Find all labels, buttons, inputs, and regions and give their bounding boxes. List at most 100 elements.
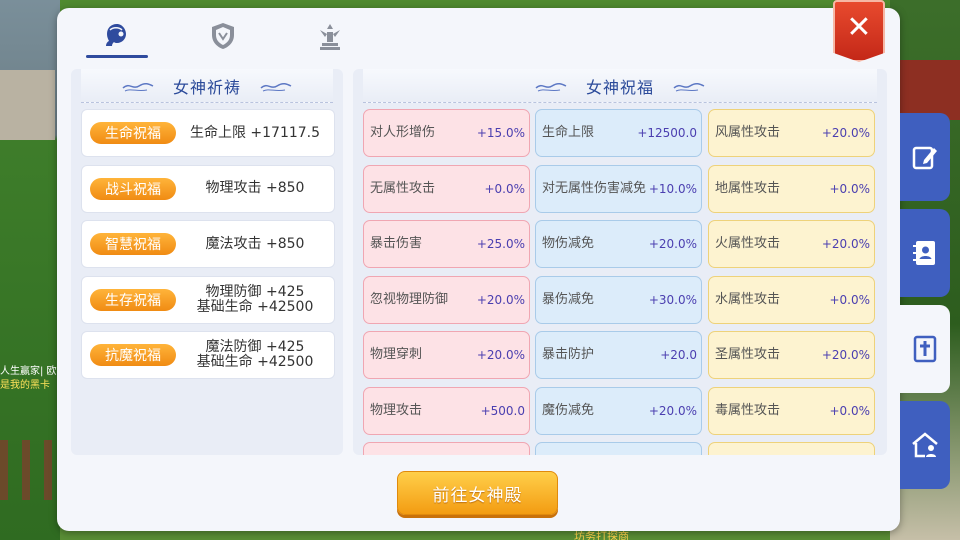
- stat-cell: 无属性攻击 +0.0%: [363, 164, 530, 213]
- stat-cell: 火属性攻击 +20.0%: [708, 220, 875, 268]
- stat-name: 火属性攻击: [715, 236, 781, 251]
- wave-ornament-icon: [122, 82, 154, 91]
- stat-value: +0.0%: [829, 403, 870, 418]
- prayer-value: 魔法攻击 +850: [205, 235, 305, 252]
- stat-name: 圣属性攻击: [715, 347, 781, 362]
- prayer-tag: 战斗祝福: [90, 177, 176, 200]
- stat-name: 对人形增伤: [370, 125, 436, 140]
- go-to-goddess-temple-button[interactable]: 前往女神殿: [397, 471, 558, 515]
- wave-ornament-icon: [535, 82, 567, 91]
- tab-goddess[interactable]: [86, 16, 148, 58]
- stat-name: 风属性攻击: [715, 125, 781, 140]
- stat-name: 无属性攻击: [370, 180, 436, 196]
- section-header: 女神祝福: [363, 69, 877, 103]
- section-title: 女神祈祷: [172, 77, 241, 97]
- prayer-value: 物理防御 +425 基础生命 +42500: [196, 283, 314, 315]
- stat-value: +25.0%: [476, 237, 525, 251]
- stat-value: +20.0%: [476, 348, 525, 362]
- stat-cell: 水属性攻击 +0.0%: [708, 275, 875, 324]
- stat-value: +0.0%: [829, 181, 870, 196]
- stat-name: 水属性攻击: [715, 291, 781, 307]
- house-roof: [900, 60, 960, 120]
- stat-cell: 物理穿刺 +20.0%: [363, 331, 530, 379]
- wave-ornament-icon: [260, 82, 292, 91]
- stat-value: +0.0%: [829, 292, 870, 307]
- chat-line: 人生赢家| 欧: [0, 366, 57, 377]
- stat-value: +0.0%: [484, 181, 525, 196]
- wooden-fence: [0, 440, 60, 500]
- prayer-value: 生命上限 +17117.5: [189, 124, 321, 141]
- stat-name: 暴伤减免: [542, 291, 595, 307]
- blessing-stat-grid[interactable]: 对人形增伤 +15.0% 无属性攻击 +0.0% 暴击伤害 +25.0% 忽视物理防御 +20…: [363, 109, 877, 455]
- goddess-prayer-section: 女神祈祷 生命祝福 生命上限 +17117.5 战斗祝福 物理攻击 +850 智慧祝福 魔…: [71, 69, 343, 455]
- tab-guardian[interactable]: [192, 16, 254, 56]
- stat-cell: 毒属性攻击 +0.0%: [708, 386, 875, 435]
- stat-cell: 生命上限 +12500.0: [535, 109, 702, 157]
- stat-value: +20.0%: [476, 292, 525, 307]
- prayer-tag: 智慧祝福: [90, 233, 176, 255]
- chat-overlay: 人生赢家| 欧 是我的黑卡: [0, 365, 60, 393]
- stat-name: 生命上限: [542, 125, 595, 140]
- contacts-book-icon: [913, 241, 935, 265]
- stat-column-blue: 生命上限 +12500.0 对无属性伤害减免 +10.0% 物伤减免 +20.0% 暴伤减免…: [535, 109, 702, 455]
- stat-name: 对无属性伤害减免: [542, 180, 647, 196]
- prayer-row: 战斗祝福 物理攻击 +850: [81, 164, 335, 213]
- prayer-row: 智慧祝福 魔法攻击 +850: [81, 220, 335, 268]
- edit-icon: [912, 146, 937, 170]
- stat-name: 物伤减免: [542, 236, 595, 251]
- stat-cell: 对无属性伤害减免 +10.0%: [535, 164, 702, 213]
- stat-value: +12500.0: [637, 126, 697, 140]
- home-user-icon: [912, 432, 938, 458]
- stat-cell: 物理攻击 +500.0: [363, 386, 530, 435]
- stat-cell: [535, 442, 702, 455]
- prayer-tag: 抗魔祝福: [90, 344, 176, 366]
- stat-cell: 风属性攻击 +20.0%: [708, 109, 875, 157]
- prayer-value: 物理攻击 +850: [205, 180, 305, 196]
- section-header: 女神祈祷: [81, 69, 333, 103]
- cross-book-icon: [913, 335, 937, 363]
- stat-cell: 物伤减免 +20.0%: [535, 220, 702, 268]
- stat-value: +10.0%: [648, 181, 697, 196]
- stat-name: 忽视物理防御: [370, 291, 449, 307]
- shield-icon: [212, 23, 234, 49]
- stat-value: +20.0%: [821, 348, 870, 362]
- stat-cell: 暴击防护 +20.0: [535, 331, 702, 379]
- stat-cell: 地属性攻击 +0.0%: [708, 164, 875, 213]
- stat-column-pink: 对人形增伤 +15.0% 无属性攻击 +0.0% 暴击伤害 +25.0% 忽视物理防御 +20…: [363, 109, 530, 455]
- stat-cell: [363, 442, 530, 455]
- prayer-tag: 生命祝福: [90, 122, 176, 144]
- stat-value: +15.0%: [476, 126, 525, 140]
- angel-statue-icon: [320, 24, 340, 50]
- stat-cell: 魔伤减免 +20.0%: [535, 386, 702, 435]
- stat-value: +20.0%: [821, 126, 870, 140]
- side-tab-home[interactable]: [900, 401, 950, 489]
- tab-statue[interactable]: [299, 16, 361, 56]
- panel-tabs: [70, 16, 370, 60]
- prayer-row: 生命祝福 生命上限 +17117.5: [81, 109, 335, 157]
- stat-column-yellow: 风属性攻击 +20.0% 地属性攻击 +0.0% 火属性攻击 +20.0% 水属性攻击 +0.…: [708, 109, 875, 455]
- chat-line: 是我的黑卡: [0, 380, 50, 391]
- stat-cell: 圣属性攻击 +20.0%: [708, 331, 875, 379]
- prayer-row: 抗魔祝福 魔法防御 +425 基础生命 +42500: [81, 331, 335, 379]
- side-tab-goddess[interactable]: [900, 305, 950, 393]
- stone-wall: [0, 70, 55, 140]
- stat-name: 物理穿刺: [370, 347, 423, 362]
- close-icon: ✕: [846, 10, 872, 45]
- close-button[interactable]: ✕: [833, 0, 885, 62]
- stat-value: +20.0%: [648, 403, 697, 418]
- stat-name: 地属性攻击: [715, 180, 781, 196]
- goddess-blessing-section: 女神祝福 对人形增伤 +15.0% 无属性攻击 +0.0% 暴击伤害 +25.0% 忽视物理…: [353, 69, 887, 455]
- stat-cell: 对人形增伤 +15.0%: [363, 109, 530, 157]
- stat-value: +20.0: [660, 348, 697, 362]
- prayer-list: 生命祝福 生命上限 +17117.5 战斗祝福 物理攻击 +850 智慧祝福 魔法攻击 +…: [81, 109, 335, 387]
- prayer-row: 生存祝福 物理防御 +425 基础生命 +42500: [81, 275, 335, 324]
- section-title: 女神祝福: [585, 77, 654, 97]
- side-tab-contacts[interactable]: [900, 209, 950, 297]
- stat-value: +30.0%: [648, 292, 697, 307]
- prayer-tag: 生存祝福: [90, 288, 176, 311]
- stat-value: +500.0: [480, 403, 525, 418]
- stat-name: 物理攻击: [370, 402, 423, 418]
- side-tab-edit[interactable]: [900, 113, 950, 201]
- stat-name: 毒属性攻击: [715, 402, 781, 418]
- stat-name: 魔伤减免: [542, 402, 595, 418]
